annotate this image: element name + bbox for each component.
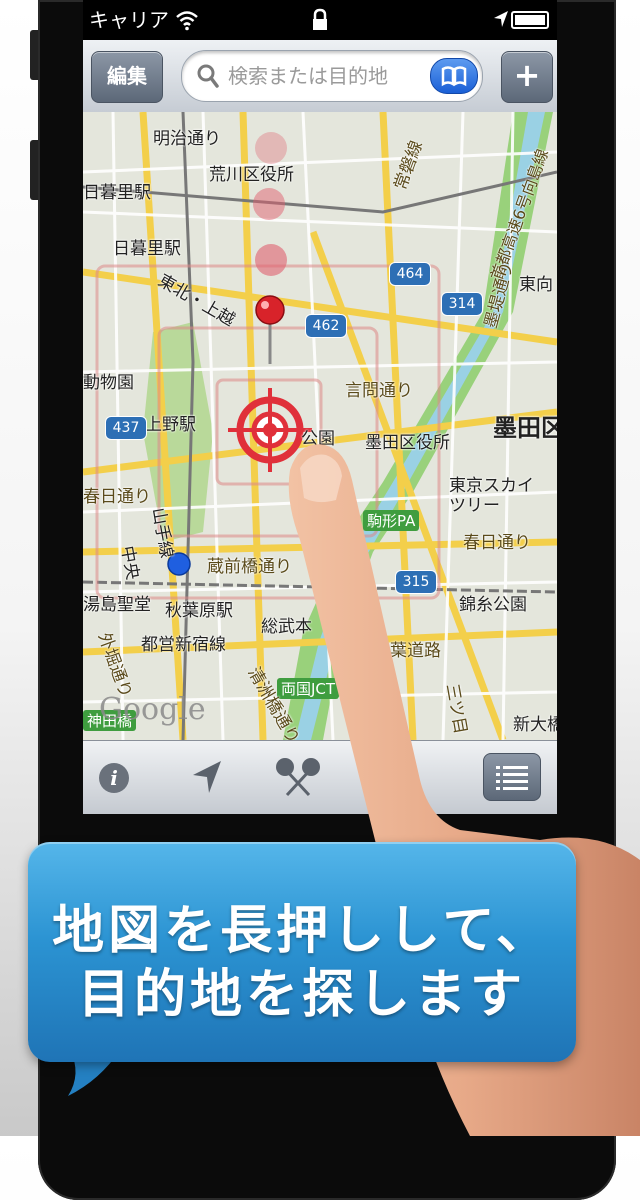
map-label: 新大橋 [513, 715, 557, 735]
list-icon [496, 766, 528, 790]
map-view[interactable]: 明治通り 荒川区役所 常磐線 首都高速6号向島線 日暮里駅 日暮里駅 東北・上越… [83, 112, 557, 740]
red-pin [255, 295, 285, 325]
map-label: 春日通り [83, 487, 151, 507]
map-label: 錦糸公園 [459, 595, 527, 615]
google-logo: Google [99, 692, 206, 727]
red-pin-highlight [261, 301, 269, 309]
ghost-pin [255, 244, 287, 276]
map-label: 上野駅 [145, 415, 196, 435]
map-label: 墨田区役所 [365, 433, 450, 453]
map-label: 公園 [301, 429, 335, 449]
route-shield: 437 [105, 416, 147, 440]
map-label: 日暮里駅 [113, 239, 181, 259]
route-shield: 314 [441, 292, 483, 316]
book-icon [441, 66, 467, 87]
map-label: 両国JCT [277, 678, 340, 699]
map-label: 湯島聖堂 [83, 595, 151, 615]
bookmark-button[interactable] [430, 58, 478, 94]
volume-up-button-hardware [30, 30, 38, 80]
navigation-arrow-icon[interactable] [191, 759, 225, 795]
phone-screen: キャリア 編集 検索または目的地 + 明治通り 荒川区役所 常磐線 首都高速6号… [83, 0, 557, 814]
bottom-toolbar: i [83, 740, 557, 814]
status-bar: キャリア [83, 0, 557, 40]
add-button[interactable]: + [501, 51, 553, 103]
lock-icon [313, 8, 327, 30]
map-label: 東向 [519, 275, 553, 295]
map-label: 言問通り [345, 381, 413, 401]
map-label: 駒形PA [363, 510, 420, 531]
pins-icon[interactable] [273, 755, 323, 799]
map-label: 東京スカイ ツリー [449, 476, 534, 516]
map-label: 蔵前橋通り [207, 557, 292, 577]
search-input[interactable]: 検索または目的地 [181, 50, 483, 102]
ghost-pin [253, 188, 285, 220]
battery-icon [511, 11, 549, 29]
info-icon[interactable]: i [99, 763, 129, 793]
wifi-icon [176, 11, 198, 31]
map-label: 日暮里駅 [83, 183, 151, 203]
map-label: 春日通り [463, 533, 531, 553]
route-shield: 462 [305, 314, 347, 338]
list-button[interactable] [483, 753, 541, 801]
map-label: 都営新宿線 [141, 635, 226, 655]
edit-button[interactable]: 編集 [91, 51, 163, 103]
search-placeholder: 検索または目的地 [228, 64, 388, 88]
route-shield: 464 [389, 262, 431, 286]
navigation-bar: 編集 検索または目的地 + [83, 40, 557, 113]
map-label: 総武本 [261, 617, 312, 637]
map-label: 明治通り [153, 129, 221, 149]
magnifier-icon [197, 64, 219, 88]
map-label: 荒川区役所 [209, 165, 294, 185]
caption-bubble: 地図を長押しして、 目的地を探します [28, 842, 576, 1062]
map-label: 動物園 [83, 373, 134, 393]
volume-down-button-hardware [30, 140, 38, 200]
route-shield: 315 [395, 570, 437, 594]
caption-line-2: 目的地を探します [77, 965, 526, 1025]
location-arrow-icon [494, 11, 508, 27]
carrier-name: キャリア [89, 8, 169, 32]
map-label: 秋葉原駅 [165, 601, 233, 621]
map-label: 墨田区 [493, 414, 557, 442]
map-label: 京葉道路 [373, 641, 441, 661]
